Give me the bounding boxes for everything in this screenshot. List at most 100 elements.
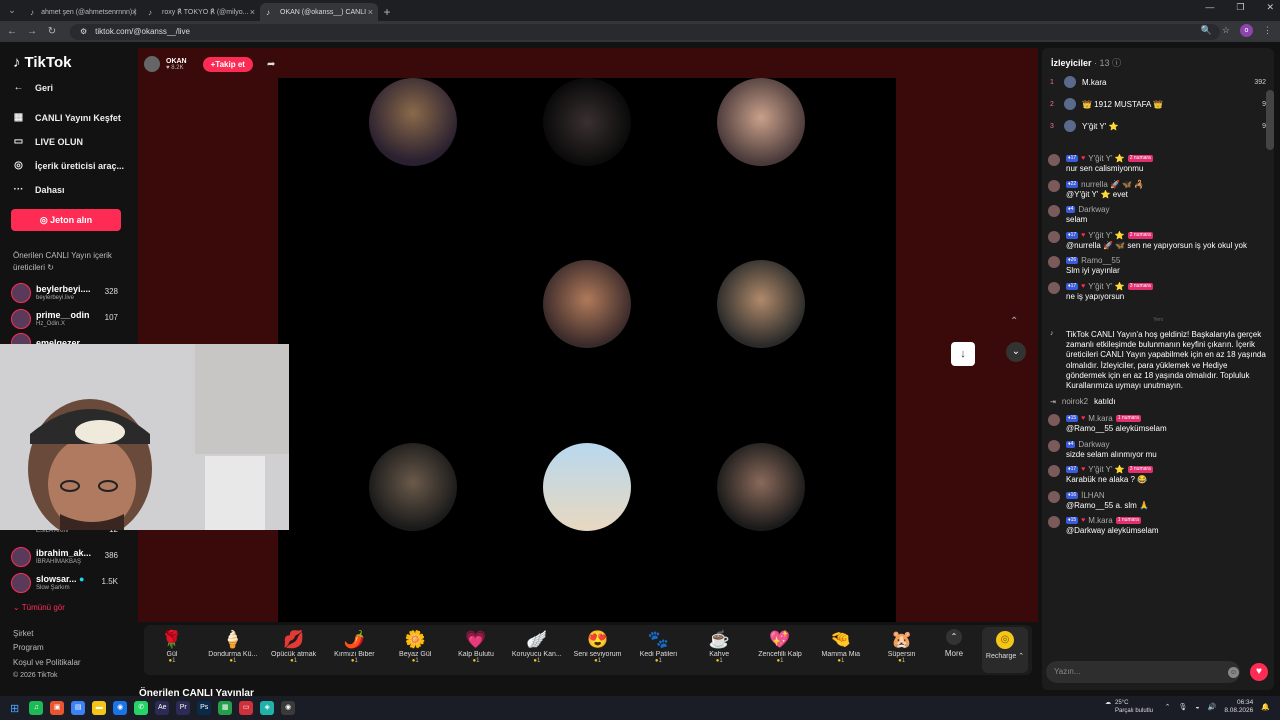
menu-icon[interactable]: ⋮	[1263, 25, 1272, 36]
close-icon[interactable]: ×	[368, 7, 373, 17]
url-field[interactable]: ⚙ tiktok.com/@okanss__/live	[70, 23, 1220, 40]
username[interactable]: M.kara	[1088, 414, 1112, 423]
recharge-button[interactable]: ◎ Recharge ⌃	[982, 627, 1028, 673]
guest-video[interactable]	[369, 443, 457, 531]
nav-explore-live[interactable]: ▦ CANLI Yayını Keşfet	[12, 112, 121, 123]
top-viewer-row[interactable]: 1 M.kara 392	[1042, 72, 1274, 92]
gift-item[interactable]: 🌼 Beyaz Gül ●1	[385, 629, 445, 664]
browser-tab-active[interactable]: ♪ OKAN (@okanss__) CANLI ×	[260, 3, 378, 21]
follow-button[interactable]: +Takip et	[202, 56, 253, 72]
more-gifts-button[interactable]: ⌃ More	[939, 629, 969, 658]
minimize-icon[interactable]: —	[1205, 2, 1214, 13]
username[interactable]: Darkway	[1078, 205, 1109, 214]
guest-video[interactable]	[717, 78, 805, 166]
joined-user[interactable]: noirok2	[1062, 397, 1088, 406]
app-icon[interactable]: ▦	[218, 701, 233, 715]
gift-item[interactable]: 🐾 Kedi Patileri ●1	[628, 629, 688, 664]
gift-item[interactable]: 🤏 Mamma Mia ●1	[811, 629, 871, 664]
next-stream-button[interactable]: ⌄	[1006, 342, 1026, 362]
mic-icon[interactable]: 🎙	[1179, 703, 1188, 711]
nav-more[interactable]: ··· Dahası	[12, 184, 65, 195]
share-icon[interactable]: ➦	[267, 59, 275, 70]
windows-start-icon[interactable]: ⊞	[10, 702, 19, 715]
gift-item[interactable]: 🐹 Süpersin ●1	[872, 629, 932, 664]
wifi-icon[interactable]: ◒	[1195, 704, 1199, 711]
profile-avatar[interactable]: o	[1240, 24, 1253, 37]
reload-icon[interactable]: ↻	[46, 26, 58, 37]
guest-video[interactable]	[543, 443, 631, 531]
close-icon[interactable]: ×	[250, 7, 255, 17]
host-avatar[interactable]	[144, 56, 160, 72]
folder-icon[interactable]: ▬	[92, 701, 107, 715]
see-all-link[interactable]: ⌄ Tümünü gör	[13, 603, 65, 612]
store-icon[interactable]: ▤	[71, 701, 86, 715]
app-icon[interactable]: ▭	[239, 701, 254, 715]
browser-tab[interactable]: ♪ roxy ℟ TOKYO ℟ (@milyo... ×	[142, 3, 260, 21]
close-icon[interactable]: ×	[132, 7, 137, 17]
username[interactable]: Y'ğit Y' ⭐	[1088, 465, 1124, 474]
username[interactable]: Y'ğit Y' ⭐	[1088, 282, 1124, 291]
footer-company-link[interactable]: Şirket	[13, 629, 33, 638]
username[interactable]: Ramo__55	[1081, 256, 1120, 265]
top-viewer-row[interactable]: 2 👑 1912 MUSTAFA 👑 9	[1042, 94, 1274, 114]
bookmark-star-icon[interactable]: ☆	[1222, 25, 1230, 36]
close-window-icon[interactable]: ✕	[1266, 2, 1274, 13]
guest-video[interactable]	[543, 260, 631, 348]
refresh-icon[interactable]: ↻	[47, 263, 54, 272]
guest-video[interactable]	[717, 443, 805, 531]
gift-item[interactable]: 💋 Öpücük atmak ●1	[264, 629, 324, 664]
after-effects-icon[interactable]: Ae	[155, 701, 170, 715]
tiktok-logo[interactable]: ♪ TikTok	[13, 54, 71, 71]
gift-item[interactable]: 🍦 Dondurma Kü... ●1	[203, 629, 263, 664]
chevron-up-icon[interactable]: ⌃	[1010, 316, 1018, 327]
gift-heart-button[interactable]: ♥	[1250, 663, 1268, 681]
creator-item[interactable]: beylerbeyi.... beylerbeyi.live 328	[11, 282, 126, 304]
gift-item[interactable]: ☕ Kahve ●1	[689, 629, 749, 664]
volume-icon[interactable]: 🔊	[1208, 703, 1217, 711]
chrome-icon[interactable]: ◉	[113, 701, 128, 715]
username[interactable]: Darkway	[1078, 440, 1109, 449]
nav-go-live[interactable]: ▭ LIVE OLUN	[12, 136, 83, 147]
app-icon[interactable]: ◈	[260, 701, 275, 715]
username[interactable]: Y'ğit Y' ⭐	[1088, 231, 1124, 240]
whatsapp-icon[interactable]: ✆	[134, 701, 149, 715]
browser-tab[interactable]: ♪ ahmet şen (@ahmetsenrnnn) | ×	[24, 3, 142, 21]
nav-creator-tools[interactable]: ◎ İçerik üreticisi araç...	[12, 160, 124, 171]
username[interactable]: M.kara	[1088, 516, 1112, 525]
chrome-active-icon[interactable]: ◉	[281, 701, 296, 715]
get-coins-button[interactable]: ◎ Jeton alın	[11, 209, 121, 231]
premiere-icon[interactable]: Pr	[176, 701, 191, 715]
maximize-icon[interactable]: ❐	[1236, 2, 1244, 13]
site-info-icon[interactable]: ⚙	[80, 27, 87, 36]
spotify-icon[interactable]: ♫	[29, 701, 44, 715]
new-tab-button[interactable]: +	[378, 3, 396, 21]
tab-search-icon[interactable]: ⌄	[5, 4, 19, 17]
clock[interactable]: 06:34 8.08.2026	[1224, 699, 1253, 715]
top-viewer-row[interactable]: 3 Y'ğit Y' ⭐ 9	[1042, 116, 1274, 136]
photoshop-icon[interactable]: Ps	[197, 701, 212, 715]
scrollbar[interactable]	[1266, 90, 1274, 150]
chevron-up-icon[interactable]: ⌃	[1165, 703, 1171, 711]
username[interactable]: İLHAN	[1081, 491, 1105, 500]
footer-terms-link[interactable]: Koşul ve Politikalar	[13, 658, 81, 667]
notification-icon[interactable]: 🔔	[1261, 703, 1270, 711]
scroll-down-button[interactable]: ↓	[951, 342, 975, 366]
emoji-icon[interactable]: ☺	[1228, 667, 1239, 678]
app-icon[interactable]: ▣	[50, 701, 65, 715]
guest-video[interactable]	[369, 78, 457, 166]
gift-item[interactable]: 🌹 Gül ●1	[142, 629, 202, 664]
creator-item[interactable]: slowsar... ● Slow Şarkım 1.5K	[11, 572, 126, 594]
zoom-icon[interactable]: 🔍	[1201, 25, 1212, 36]
username[interactable]: Y'ğit Y' ⭐	[1088, 154, 1124, 163]
gift-item[interactable]: 💗 Kalp Bulutu ●1	[446, 629, 506, 664]
gift-item[interactable]: 💖 Zencefilli Kalp ●1	[750, 629, 810, 664]
chat-input[interactable]: Yazın...	[1046, 661, 1240, 683]
gift-item[interactable]: 🪽 Koruyucu Kan... ●1	[507, 629, 567, 664]
gift-item[interactable]: 😍 Seni seviyorum ●1	[568, 629, 628, 664]
footer-program-link[interactable]: Program	[13, 643, 44, 652]
nav-back[interactable]: ← Geri	[12, 82, 54, 93]
guest-video[interactable]	[543, 78, 631, 166]
live-stream-player[interactable]: OKAN ♥ 8.2K +Takip et ➦ ⌃ ↓ ⌄	[138, 48, 1038, 622]
forward-icon[interactable]: →	[26, 26, 38, 37]
creator-item[interactable]: ibrahim_ak... İBRAHİMAKBAŞ 386	[11, 546, 126, 568]
